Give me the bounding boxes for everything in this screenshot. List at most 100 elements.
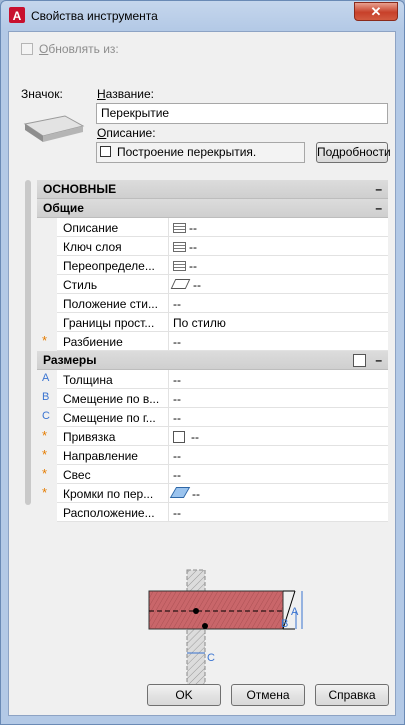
close-button[interactable]: ✕ bbox=[354, 2, 398, 21]
property-value[interactable]: -- bbox=[173, 221, 197, 235]
asterisk-marker-icon: * bbox=[42, 466, 48, 481]
column-divider bbox=[168, 389, 169, 408]
properties-palette: ОСНОВНЫЕ – Общие – Описание -- Ключ слоя --… bbox=[25, 180, 388, 695]
details-button[interactable]: Подробности bbox=[316, 142, 391, 163]
property-value[interactable]: -- bbox=[173, 392, 181, 406]
description-field[interactable]: Построение перекрытия. bbox=[96, 142, 305, 163]
update-from-label: Обновлять из: bbox=[39, 42, 119, 56]
dimension-diagram-icon[interactable] bbox=[353, 354, 366, 367]
property-value[interactable]: -- bbox=[173, 259, 197, 273]
property-value[interactable]: -- bbox=[173, 506, 181, 520]
property-value[interactable]: -- bbox=[173, 240, 197, 254]
name-label: Название: bbox=[97, 87, 154, 101]
property-row[interactable]: C Смещение по г... -- bbox=[37, 408, 388, 427]
column-divider bbox=[168, 446, 169, 465]
property-value-text: По стилю bbox=[173, 316, 226, 330]
property-value[interactable]: -- bbox=[169, 487, 200, 501]
property-label: Переопределе... bbox=[63, 259, 155, 273]
property-value[interactable]: -- bbox=[173, 411, 181, 425]
diagram-label-a: A bbox=[291, 606, 299, 618]
property-value-text: -- bbox=[189, 240, 197, 254]
property-value[interactable]: -- bbox=[173, 373, 181, 387]
property-value[interactable]: -- bbox=[173, 468, 181, 482]
description-label: Описание: bbox=[97, 126, 156, 140]
property-label: Стиль bbox=[63, 278, 98, 292]
ok-button[interactable]: OK bbox=[147, 684, 221, 706]
property-label: Положение сти... bbox=[63, 297, 158, 311]
collapse-main-icon[interactable]: – bbox=[375, 180, 382, 199]
property-row[interactable]: Границы прост... По стилю bbox=[37, 313, 388, 332]
slab-dimension-diagram: A B C bbox=[148, 569, 303, 695]
list-icon[interactable] bbox=[173, 261, 186, 271]
collapse-general-icon[interactable]: – bbox=[375, 199, 382, 218]
property-row[interactable]: A Толщина -- bbox=[37, 370, 388, 389]
row-gutter bbox=[37, 237, 57, 256]
property-value-text: -- bbox=[191, 430, 199, 444]
asterisk-marker-icon: * bbox=[42, 485, 48, 500]
property-value[interactable]: -- bbox=[173, 430, 199, 444]
property-value[interactable]: По стилю bbox=[173, 316, 226, 330]
property-value[interactable]: -- bbox=[170, 278, 201, 292]
general-rows: Описание -- Ключ слоя -- Переопределе... -- Ст… bbox=[37, 218, 388, 351]
svg-text:A: A bbox=[13, 9, 22, 23]
property-value-text: -- bbox=[189, 259, 197, 273]
icon-label: Значок: bbox=[21, 87, 63, 101]
description-value: Построение перекрытия. bbox=[117, 145, 257, 159]
property-label: Границы прост... bbox=[63, 316, 155, 330]
property-label: Описание bbox=[63, 221, 119, 235]
property-value-text: -- bbox=[189, 221, 197, 235]
property-label: Кромки по пер... bbox=[63, 487, 154, 501]
property-row[interactable]: * Привязка -- bbox=[37, 427, 388, 446]
section-header-main[interactable]: ОСНОВНЫЕ – bbox=[37, 180, 388, 199]
property-value-text: -- bbox=[173, 392, 181, 406]
update-from-checkbox[interactable] bbox=[21, 43, 33, 55]
property-value[interactable]: -- bbox=[173, 449, 181, 463]
slab-style-icon bbox=[170, 279, 191, 289]
row-gutter bbox=[37, 294, 57, 313]
property-row[interactable]: Описание -- bbox=[37, 218, 388, 237]
asterisk-marker-icon: * bbox=[42, 428, 48, 443]
dialog-client: Обновлять из: Значок: Название: Перекрыт… bbox=[8, 31, 396, 716]
property-row[interactable]: * Кромки по пер... -- bbox=[37, 484, 388, 503]
property-row[interactable]: Ключ слоя -- bbox=[37, 237, 388, 256]
property-value-text: -- bbox=[173, 297, 181, 311]
property-row[interactable]: B Смещение по в... -- bbox=[37, 389, 388, 408]
property-value[interactable]: -- bbox=[173, 335, 181, 349]
column-divider bbox=[168, 313, 169, 332]
property-row[interactable]: * Свес -- bbox=[37, 465, 388, 484]
property-label: Расположение... bbox=[63, 506, 155, 520]
column-divider bbox=[168, 294, 169, 313]
property-value-text: -- bbox=[173, 335, 181, 349]
property-row[interactable]: * Разбиение -- bbox=[37, 332, 388, 351]
edge-icon[interactable] bbox=[169, 487, 191, 498]
section-header-general[interactable]: Общие – bbox=[37, 199, 388, 218]
slab-tool-icon[interactable] bbox=[23, 112, 85, 146]
property-value[interactable]: -- bbox=[173, 297, 181, 311]
section-header-dimensions[interactable]: Размеры – bbox=[37, 351, 388, 370]
property-row[interactable]: Стиль -- bbox=[37, 275, 388, 294]
list-icon[interactable] bbox=[173, 223, 186, 233]
letter-marker: A bbox=[42, 372, 50, 384]
property-row[interactable]: * Направление -- bbox=[37, 446, 388, 465]
property-label: Свес bbox=[63, 468, 91, 482]
collapse-dimensions-icon[interactable]: – bbox=[375, 351, 382, 370]
column-divider bbox=[168, 256, 169, 275]
name-input[interactable]: Перекрытие bbox=[96, 103, 388, 124]
property-value-text: -- bbox=[173, 449, 181, 463]
list-icon[interactable] bbox=[173, 242, 186, 252]
checkbox-icon[interactable] bbox=[173, 431, 185, 443]
column-divider bbox=[168, 218, 169, 237]
property-value-text: -- bbox=[173, 506, 181, 520]
palette-scrollbar[interactable] bbox=[25, 180, 31, 505]
property-row[interactable]: Расположение... -- bbox=[37, 503, 388, 522]
row-gutter bbox=[37, 256, 57, 275]
property-row[interactable]: Переопределе... -- bbox=[37, 256, 388, 275]
column-divider bbox=[168, 465, 169, 484]
property-label: Толщина bbox=[63, 373, 113, 387]
property-label: Смещение по г... bbox=[63, 411, 156, 425]
property-row[interactable]: Положение сти... -- bbox=[37, 294, 388, 313]
property-label: Смещение по в... bbox=[63, 392, 160, 406]
column-divider bbox=[168, 275, 169, 294]
help-button[interactable]: Справка bbox=[315, 684, 389, 706]
cancel-button[interactable]: Отмена bbox=[231, 684, 305, 706]
